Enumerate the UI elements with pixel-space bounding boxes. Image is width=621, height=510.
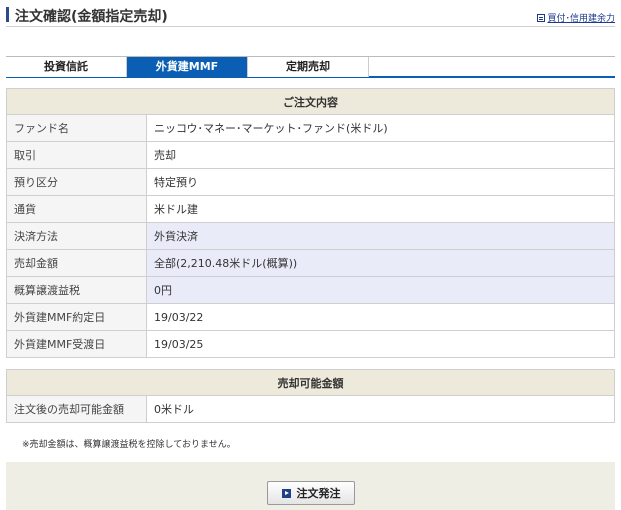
arrow-right-icon (281, 488, 291, 498)
table-row: 外貨建MMF約定日 19/03/22 (6, 303, 615, 331)
estimated-tax-value: 0円 (146, 276, 615, 304)
submit-order-label: 注文発注 (296, 488, 341, 500)
page-title: 注文確認(金額指定売却) (15, 9, 168, 25)
submit-order-button[interactable]: 注文発注 (267, 481, 355, 505)
currency-label: 通貨 (6, 195, 147, 223)
sale-amount-value: 全部(2,210.48米ドル(概算)) (146, 249, 615, 277)
trade-date-label: 外貨建MMF約定日 (6, 303, 147, 331)
available-after-order-label: 注文後の売却可能金額 (6, 395, 147, 423)
settlement-date-value: 19/03/25 (146, 330, 615, 358)
account-type-value: 特定預り (146, 168, 615, 196)
available-amount-heading: 売却可能金額 (6, 369, 615, 396)
header-divider (6, 26, 615, 27)
table-row: 通貨 米ドル建 (6, 195, 615, 223)
transaction-label: 取引 (6, 141, 147, 169)
table-row: 概算譲渡益税 0円 (6, 276, 615, 304)
available-amount-table: 売却可能金額 注文後の売却可能金額 0米ドル (6, 369, 615, 423)
table-row: 預り区分 特定預り (6, 168, 615, 196)
fund-name-value: ニッコウ･マネー･マーケット･ファンド(米ドル) (146, 114, 615, 142)
table-row: 売却金額 全部(2,210.48米ドル(概算)) (6, 249, 615, 277)
table-row: 取引 売却 (6, 141, 615, 169)
tax-note: ※売却金額は、概算譲渡益税を控除しておりません。 (22, 440, 236, 450)
trade-date-value: 19/03/22 (146, 303, 615, 331)
fund-name-label: ファンド名 (6, 114, 147, 142)
tab-foreign-mmf[interactable]: 外貨建MMF (127, 57, 248, 77)
table-row: 注文後の売却可能金額 0米ドル (6, 395, 615, 423)
table-row: 外貨建MMF受渡日 19/03/25 (6, 330, 615, 358)
product-tabs: 投資信託 外貨建MMF 定期売却 (6, 56, 615, 78)
action-footer: 注文発注 (6, 462, 615, 510)
settlement-method-label: 決済方法 (6, 222, 147, 250)
title-accent-bar (6, 7, 9, 22)
document-icon (537, 13, 546, 22)
table-row: ファンド名 ニッコウ･マネー･マーケット･ファンド(米ドル) (6, 114, 615, 142)
estimated-tax-label: 概算譲渡益税 (6, 276, 147, 304)
buying-power-link[interactable]: 買付･信用建余力 (537, 11, 615, 24)
settlement-method-value: 外貨決済 (146, 222, 615, 250)
buying-power-link-label: 買付･信用建余力 (547, 14, 615, 24)
page-header: 注文確認(金額指定売却) 買付･信用建余力 (0, 0, 621, 30)
tab-bar-filler (369, 57, 615, 76)
table-row: 決済方法 外貨決済 (6, 222, 615, 250)
order-details-heading: ご注文内容 (6, 88, 615, 115)
settlement-date-label: 外貨建MMF受渡日 (6, 330, 147, 358)
account-type-label: 預り区分 (6, 168, 147, 196)
tab-scheduled-sale[interactable]: 定期売却 (248, 57, 369, 77)
order-details-table: ご注文内容 ファンド名 ニッコウ･マネー･マーケット･ファンド(米ドル) 取引 … (6, 88, 615, 358)
tab-investment-trust[interactable]: 投資信託 (6, 57, 127, 77)
currency-value: 米ドル建 (146, 195, 615, 223)
transaction-value: 売却 (146, 141, 615, 169)
available-after-order-value: 0米ドル (146, 395, 615, 423)
sale-amount-label: 売却金額 (6, 249, 147, 277)
